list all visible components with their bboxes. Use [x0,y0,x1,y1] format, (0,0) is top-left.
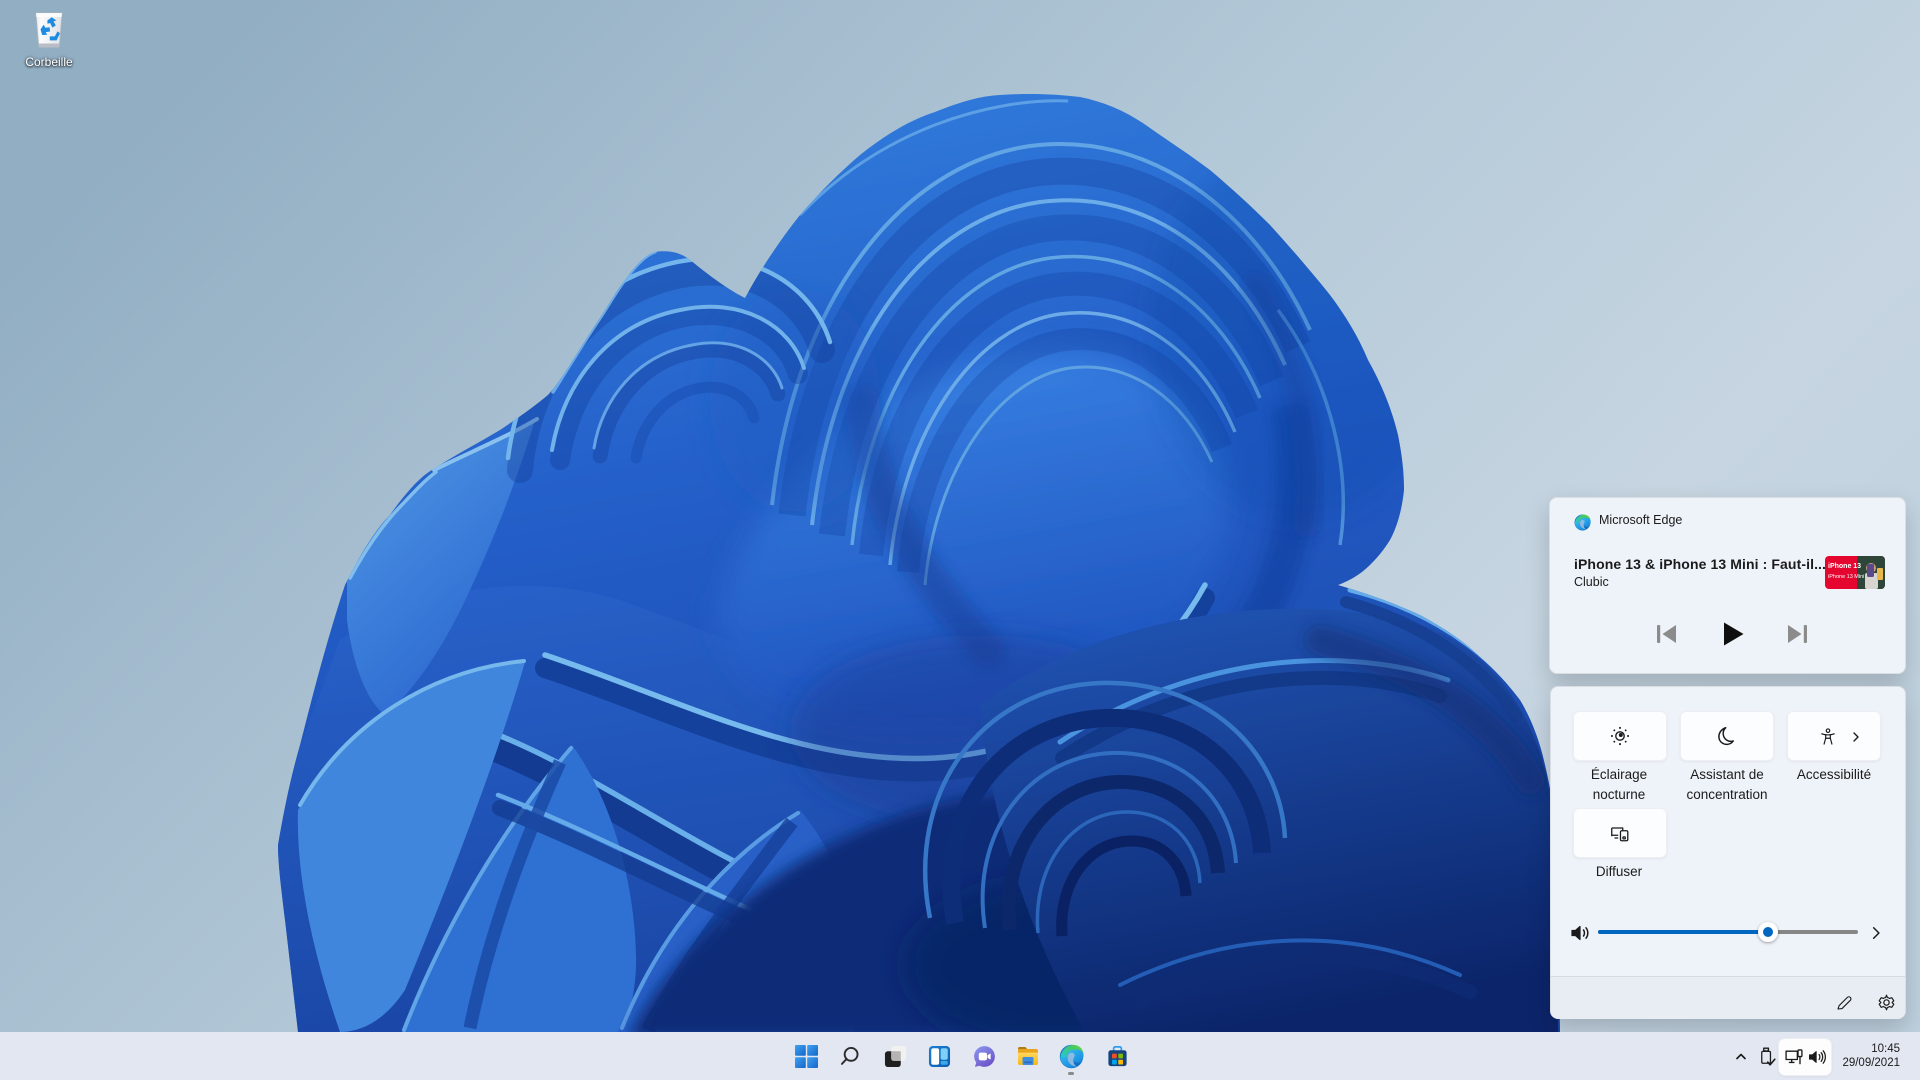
svg-text:iPhone 13 Mini: iPhone 13 Mini [1828,574,1864,580]
svg-text:iPhone 13: iPhone 13 [1828,563,1861,570]
